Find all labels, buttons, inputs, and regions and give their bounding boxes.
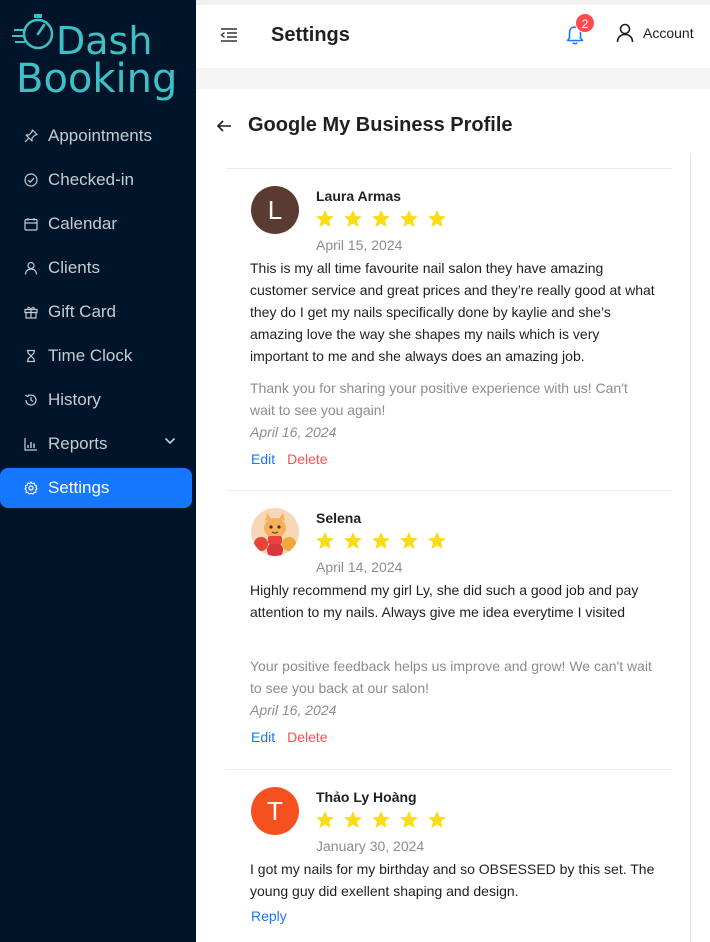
scrollbar[interactable] (690, 154, 691, 942)
logo-text-line1: Dash (56, 19, 153, 63)
back-arrow-icon[interactable] (216, 118, 232, 134)
bar-chart-icon (24, 437, 38, 451)
sidebar-item-checked-in[interactable]: Checked-in (0, 160, 196, 200)
review-item: Selena April 14, 2024 Highly recommend m… (226, 490, 672, 769)
sidebar-item-reports[interactable]: Reports (0, 424, 196, 464)
sidebar-item-clients[interactable]: Clients (0, 248, 196, 288)
review-text: I got my nails for my birthday and so OB… (250, 861, 655, 899)
star-icon (400, 210, 418, 227)
star-icon (316, 210, 334, 227)
history-icon (24, 393, 38, 407)
review-date: April 14, 2024 (316, 559, 403, 575)
sidebar-item-label: Clients (48, 258, 100, 277)
sidebar-item-time-clock[interactable]: Time Clock (0, 336, 196, 376)
sidebar-item-label: Time Clock (48, 346, 133, 365)
sidebar-item-label: Checked-in (48, 170, 134, 189)
delete-reply-link[interactable]: Delete (287, 451, 327, 467)
edit-reply-link[interactable]: Edit (251, 729, 275, 745)
sidebar-item-label: Reports (48, 434, 108, 453)
star-icon (344, 811, 362, 828)
review-text: This is my all time favourite nail salon… (250, 260, 655, 364)
reviewer-name: Thảo Ly Hoàng (316, 789, 417, 805)
account-label: Account (643, 25, 694, 41)
hourglass-icon (24, 349, 38, 363)
star-icon (428, 210, 446, 227)
star-icon (372, 210, 390, 227)
sidebar-item-calendar[interactable]: Calendar (0, 204, 196, 244)
sidebar-item-history[interactable]: History (0, 380, 196, 420)
avatar (251, 508, 299, 556)
calendar-icon (24, 217, 38, 231)
review-date: January 30, 2024 (316, 838, 425, 854)
sidebar-item-label: History (48, 390, 101, 409)
star-rating (315, 209, 455, 229)
top-bar: Settings 2 Account (196, 0, 710, 68)
star-icon (372, 532, 390, 549)
page-title: Settings (271, 24, 350, 46)
delete-reply-link[interactable]: Delete (287, 729, 327, 745)
sidebar: Dash Booking Appointments Checked-in Cal… (0, 0, 196, 942)
avatar: T (251, 787, 299, 835)
star-icon (344, 210, 362, 227)
logo-text-line2: Booking (16, 56, 178, 102)
star-icon (344, 532, 362, 549)
review-date: April 15, 2024 (316, 237, 403, 253)
section-title: Google My Business Profile (248, 114, 513, 136)
pin-icon (24, 129, 38, 143)
star-icon (400, 811, 418, 828)
review-actions: Edit Delete (251, 451, 328, 467)
star-rating (315, 810, 455, 830)
reply-date: April 16, 2024 (250, 702, 337, 718)
sidebar-nav: Appointments Checked-in Calendar Clients… (0, 116, 196, 512)
star-icon (316, 532, 334, 549)
account-menu[interactable]: Account (616, 23, 694, 43)
sidebar-item-label: Gift Card (48, 302, 117, 321)
reply-text: Thank you for sharing your positive expe… (250, 380, 628, 418)
sidebar-item-gift-card[interactable]: Gift Card (0, 292, 196, 332)
review-item: T Thảo Ly Hoàng January 30, 2024 I got m… (226, 769, 672, 941)
content-panel: Google My Business Profile L Laura Armas… (196, 89, 710, 942)
chevron-down-icon[interactable] (164, 437, 176, 445)
review-actions: Edit Delete (251, 729, 328, 745)
review-item: L Laura Armas April 15, 2024 This is my … (226, 168, 672, 490)
sidebar-item-settings[interactable]: Settings (0, 468, 192, 508)
avatar: L (251, 186, 299, 234)
sidebar-item-appointments[interactable]: Appointments (0, 116, 196, 156)
sidebar-item-label: Settings (48, 478, 110, 497)
stopwatch-logo-icon (12, 14, 54, 50)
dash-booking-logo[interactable]: Dash Booking (12, 10, 192, 99)
star-rating (315, 531, 455, 551)
notification-badge: 2 (575, 13, 595, 33)
menu-fold-icon[interactable] (220, 27, 238, 43)
reply-link[interactable]: Reply (251, 908, 287, 924)
content-header: Google My Business Profile (216, 114, 513, 137)
reply-date: April 16, 2024 (250, 424, 337, 440)
gear-icon (24, 481, 38, 495)
reviewer-name: Selena (316, 510, 362, 526)
star-icon (316, 811, 334, 828)
user-icon (24, 261, 38, 275)
star-icon (428, 532, 446, 549)
user-icon (616, 23, 634, 43)
check-circle-icon (24, 173, 38, 187)
review-text: Highly recommend my girl Ly, she did suc… (250, 582, 639, 620)
sidebar-item-label: Calendar (48, 214, 117, 233)
review-list: L Laura Armas April 15, 2024 This is my … (226, 168, 672, 941)
edit-reply-link[interactable]: Edit (251, 451, 275, 467)
gift-icon (24, 305, 38, 319)
reviewer-name: Laura Armas (316, 188, 402, 204)
star-icon (372, 811, 390, 828)
sidebar-item-label: Appointments (48, 126, 152, 145)
review-actions: Reply (251, 908, 287, 924)
reply-text: Your positive feedback helps us improve … (250, 658, 652, 696)
star-icon (428, 811, 446, 828)
star-icon (400, 532, 418, 549)
cat-avatar-icon (251, 508, 299, 556)
